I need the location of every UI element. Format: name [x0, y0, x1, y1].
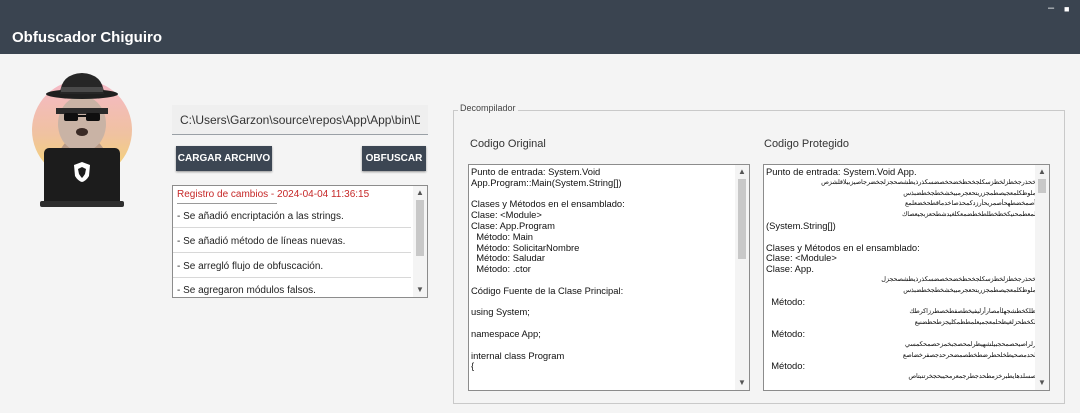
code-line: (System.String[]) [766, 219, 836, 231]
obfuscated-code-line: صسلدهايطبرخزمطحدجطرجمعرمحيبحجخرتنبتاص [908, 373, 1036, 381]
protected-code-title: Codigo Protegido [764, 138, 850, 150]
scroll-down-arrow-icon[interactable]: ▼ [1035, 378, 1049, 388]
protected-code-text: Punto de entrada: System.Void App. خحذرجخ… [766, 166, 1036, 383]
obfuscated-code-line: رلراصيحصمحجبيلشهيظرلمحصجبخمزحصمحكمسي [905, 340, 1036, 348]
protected-code-textarea[interactable]: Punto de entrada: System.Void App. خحذرجخ… [763, 164, 1050, 391]
file-path-input[interactable] [172, 105, 428, 135]
hacker-capybara-avatar-icon [32, 73, 132, 207]
code-line: Método: [766, 295, 806, 307]
scroll-down-arrow-icon[interactable]: ▼ [413, 285, 427, 295]
changelog-divider [173, 227, 411, 228]
changelog-item: - Se añadió método de líneas nuevas. [177, 236, 346, 247]
changelog-divider [173, 277, 411, 278]
changelog-item: - Se arregló flujo de obfuscación. [177, 261, 324, 272]
decompiler-group-label: Decompilador [458, 103, 518, 113]
scrollbar-thumb[interactable] [1038, 179, 1046, 193]
code-line: Método: [766, 360, 806, 372]
changelog-scrollbar[interactable]: ▲ ▼ [413, 186, 427, 297]
obfuscated-code-line: ظلكخطشجهلأمصارأرليفيخطصفطخصطرزاكرطك [909, 308, 1036, 316]
code-line: Punto de entrada: System.Void App. [766, 166, 917, 177]
scrollbar-thumb[interactable] [416, 200, 424, 256]
obfuscated-code-line: لكخطحزلغيظحلمعجميعلمطظمكليجزطحظضنيع [914, 319, 1036, 327]
changelog-divider [173, 252, 411, 253]
obfuscated-code-line: أصمخضطهحأصمريحأرزدكمحذصاخدماقطحخضعلمع [904, 200, 1036, 208]
minimize-button[interactable]: – [1048, 2, 1054, 14]
original-code-scrollbar[interactable]: ▲ ▼ [735, 165, 749, 390]
protected-code-scrollbar[interactable]: ▲ ▼ [1035, 165, 1049, 390]
original-code-text: Punto de entrada: System.Void App.Progra… [471, 166, 625, 372]
original-code-textarea[interactable]: Punto de entrada: System.Void App.Progra… [468, 164, 750, 391]
maximize-button[interactable]: ■ [1064, 3, 1069, 15]
obfuscate-button[interactable]: OBFUSCAR [362, 146, 426, 171]
scroll-down-arrow-icon[interactable]: ▼ [735, 378, 749, 388]
changelog-item: - Se añadió encriptación a las strings. [177, 211, 344, 222]
scrollbar-thumb[interactable] [738, 179, 746, 259]
obfuscated-code-line: ملوظكلمعجيصطمجزريتحعجرمبيخشخطجخطضبذس [903, 286, 1036, 294]
obfuscated-code-line: خحذرجخظزلخظزسكلجخحظخضحخصضسكذرذيظشصحجزل [881, 275, 1036, 283]
changelog-divider [177, 203, 277, 204]
changelog-header: Registro de cambios - 2024-04-04 11:36:1… [177, 189, 370, 200]
obfuscated-code-line: ملوظكلمعجيصطمجزريتحعجرمبيخشخطجخطضبذس [903, 189, 1036, 197]
app-title-bar: Obfuscador Chiguiro [0, 18, 1080, 54]
obfuscated-code-line: خحذرجخظزلخظزسكلجخحظخضحخصضسكذرذيظشصحجزلجخ… [821, 178, 1036, 186]
app-title: Obfuscador Chiguiro [12, 29, 162, 46]
changelog-list[interactable]: Registro de cambios - 2024-04-04 11:36:1… [172, 185, 428, 298]
scroll-up-arrow-icon[interactable]: ▲ [413, 188, 427, 198]
scroll-up-arrow-icon[interactable]: ▲ [1035, 167, 1049, 177]
original-code-title: Codigo Original [470, 138, 546, 150]
window-top-bar: – ■ [0, 0, 1080, 18]
obfuscated-code-line: لحدمصحيطخلحطرضطخطصمضحرحدجصفرخضاصع [902, 351, 1036, 359]
code-line: Clase: App. [766, 263, 814, 275]
code-line: Método: [766, 327, 806, 339]
changelog-item: - Se agregaron módulos falsos. [177, 285, 316, 296]
scroll-up-arrow-icon[interactable]: ▲ [735, 167, 749, 177]
load-file-button[interactable]: CARGAR ARCHIVO [176, 146, 272, 171]
